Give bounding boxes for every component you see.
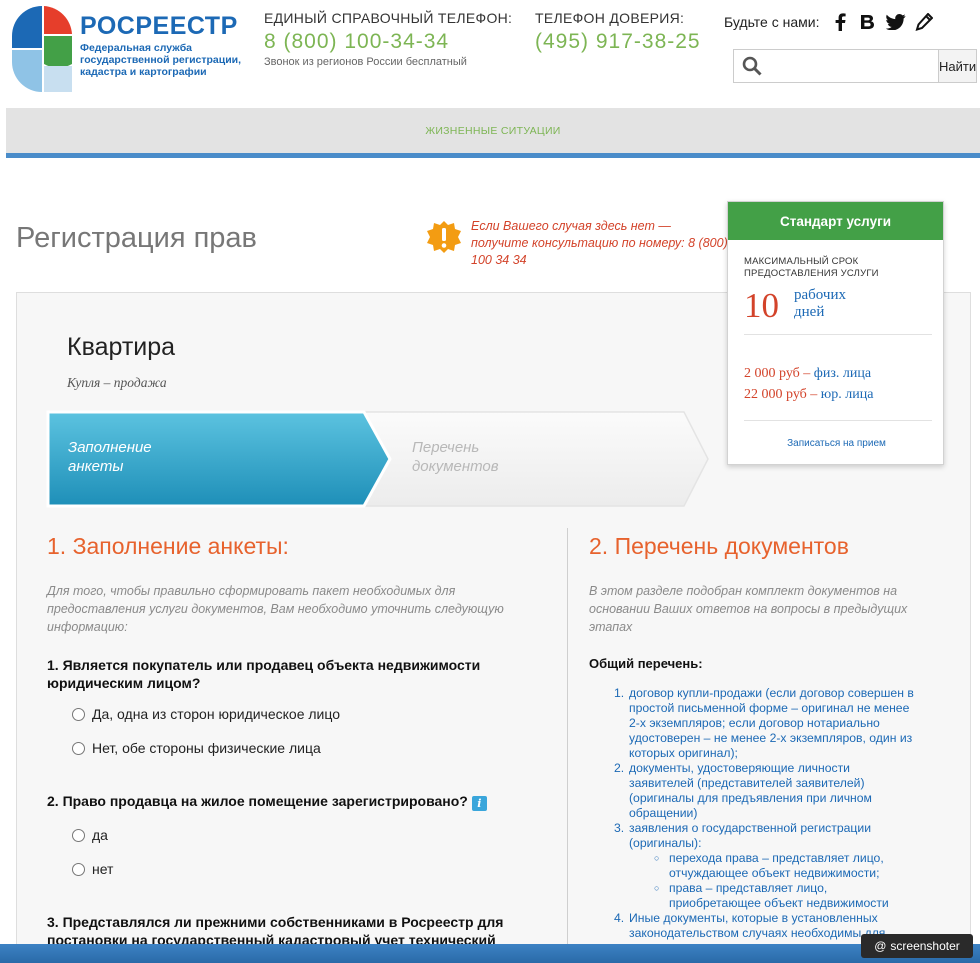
hotline-label: ЕДИНЫЙ СПРАВОЧНЫЙ ТЕЛЕФОН: [264,10,513,26]
sub-list-item: ○ перехода права – представляет лицо, от… [654,851,884,880]
nav-life-situations[interactable]: ЖИЗНЕННЫЕ СИТУАЦИИ [425,125,560,137]
q2-option-yes[interactable]: да [72,827,108,843]
sub-list: ○ перехода права – представляет лицо, от… [654,851,914,911]
questionnaire-title: 1. Заполнение анкеты: [47,533,289,559]
bullet-icon: ○ [654,883,660,893]
step-tab-documents[interactable]: Перечень документов [412,438,499,476]
trust-line-label: ТЕЛЕФОН ДОВЕРИЯ: [535,10,685,26]
at-icon: @ [874,939,887,953]
main-nav: ЖИЗНЕННЫЕ СИТУАЦИИ [6,108,980,158]
max-term-unit: рабочих дней [794,287,846,320]
book-appointment-link[interactable]: Записаться на прием [728,438,945,449]
info-icon[interactable]: i [471,796,487,811]
card-divider [744,334,932,335]
documents-intro: В этом разделе подобран комплект докумен… [589,584,908,634]
consultation-text: Если Вашего случая здесь нет — получите … [471,219,728,267]
sub-list-item: ○ права – представляет лицо, приобретающ… [654,881,889,910]
card-title: Стандарт услуги [728,202,943,240]
warning-icon [427,221,461,253]
social-label: Будьте с нами: [724,14,820,30]
rosreestr-logo[interactable]: РОСРЕЕСТР Федеральная служба государстве… [10,4,260,96]
twitter-icon[interactable] [885,11,907,33]
logo-name: РОСРЕЕСТР [80,12,238,40]
questionnaire-intro: Для того, чтобы правильно сформировать п… [47,584,504,634]
consultation-notice: Если Вашего случая здесь нет — получите … [426,218,728,272]
q1-option-no[interactable]: Нет, обе стороны физические лица [72,740,321,756]
social-links: Будьте с нами: [724,10,974,34]
list-item: 3. заявления о государственной регистрац… [614,821,872,850]
documents-title: 2. Перечень документов [589,533,849,559]
q2-option-no[interactable]: нет [72,861,113,877]
search-input[interactable] [762,50,938,82]
bullet-icon: ○ [654,853,660,863]
question-1: 1. Является покупатель или продавец объе… [47,657,481,691]
documents-list: 1. договор купли-продажи (если договор с… [614,686,914,941]
step-arrow-2 [344,411,709,507]
trust-line-block: ТЕЛЕФОН ДОВЕРИЯ: (495) 917-38-25 [535,10,701,54]
vkontakte-icon[interactable] [857,11,879,33]
search-icon [742,56,762,76]
service-standard-card: Стандарт услуги МАКСИМАЛЬНЫЙ СРОК ПРЕДОС… [727,201,944,465]
search-bar: Найти [733,49,978,83]
search-box[interactable] [733,49,938,83]
radio-button[interactable] [72,707,85,721]
radio-button[interactable] [72,828,85,842]
max-term-days: 10 [744,286,779,325]
logo-subtitle: Федеральная служба государственной регис… [80,42,242,78]
hotline-number[interactable]: 8 (800) 100-34-34 [264,30,512,54]
hotline-block: ЕДИНЫЙ СПРАВОЧНЫЙ ТЕЛЕФОН: 8 (800) 100-3… [264,10,512,68]
card-divider [744,420,932,421]
max-term-label: МАКСИМАЛЬНЫЙ СРОК ПРЕДОСТАВЛЕНИЯ УСЛУГИ [744,256,879,279]
step-tabs: Заполнение анкеты Перечень документов [46,410,710,508]
price-individuals: 2 000 руб – физ. лица [744,366,872,381]
screenshoter-watermark: @ screenshoter [861,934,973,958]
logo-emblem-icon [12,6,72,92]
object-subtitle: Купля – продажа [67,375,167,390]
trust-line-number[interactable]: (495) 917-38-25 [535,30,701,54]
step-tab-questionnaire[interactable]: Заполнение анкеты [68,438,152,476]
documents-list-heading: Общий перечень: [589,656,703,671]
question-2: 2. Право продавца на жилое помещение зар… [47,792,517,811]
q1-option-yes[interactable]: Да, одна из сторон юридическое лицо [72,706,340,722]
price-legal-entities: 22 000 руб – юр. лица [744,387,874,402]
list-item: 1. договор купли-продажи (если договор с… [614,686,914,760]
page-title: Регистрация прав [16,222,257,254]
bottom-bar [0,944,980,963]
radio-button[interactable] [72,741,85,755]
blog-pen-icon[interactable] [913,11,935,33]
hotline-note: Звонок из регионов России бесплатный [264,56,467,68]
object-title: Квартира [67,333,176,361]
radio-button[interactable] [72,862,85,876]
list-item: 2. документы, удостоверяющие личности за… [614,761,872,820]
search-button[interactable]: Найти [938,49,978,83]
column-divider [567,528,568,963]
facebook-icon[interactable] [829,11,851,33]
